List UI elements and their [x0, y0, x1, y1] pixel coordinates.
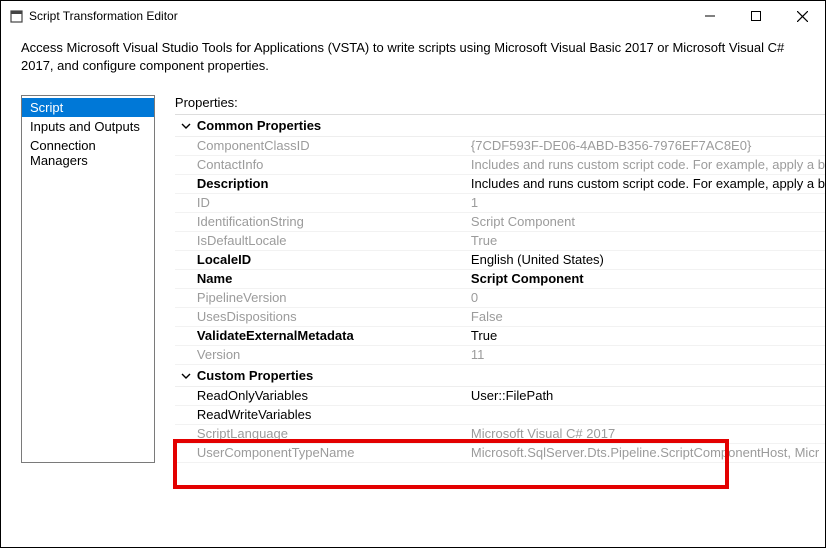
sidebar-item-inputs-outputs[interactable]: Inputs and Outputs: [22, 117, 154, 136]
content-area: Script Inputs and Outputs Connection Man…: [1, 95, 825, 463]
property-row[interactable]: Version11: [175, 346, 825, 365]
property-value: True: [471, 328, 825, 344]
property-value: [471, 407, 825, 423]
properties-grid: Common Properties ComponentClassID{7CDF59…: [175, 114, 825, 463]
property-name: UserComponentTypeName: [175, 445, 471, 461]
group-header[interactable]: Common Properties: [175, 115, 825, 137]
property-name: PipelineVersion: [175, 290, 471, 306]
titlebar: Script Transformation Editor: [1, 1, 825, 31]
property-name: ComponentClassID: [175, 138, 471, 154]
property-row[interactable]: ID1: [175, 194, 825, 213]
property-name: ValidateExternalMetadata: [175, 328, 471, 344]
properties-label: Properties:: [175, 95, 825, 110]
window-controls: [687, 1, 825, 31]
sidebar-item-connection-managers[interactable]: Connection Managers: [22, 136, 154, 170]
sidebar-item-label: Script: [30, 100, 63, 115]
property-value: Microsoft.SqlServer.Dts.Pipeline.ScriptC…: [471, 445, 825, 461]
property-row[interactable]: IsDefaultLocaleTrue: [175, 232, 825, 251]
property-row[interactable]: IdentificationStringScript Component: [175, 213, 825, 232]
property-name: Description: [175, 176, 471, 192]
property-name: ReadOnlyVariables: [175, 388, 471, 404]
window-title: Script Transformation Editor: [29, 9, 687, 23]
property-name: ReadWriteVariables: [175, 407, 471, 423]
property-value: Includes and runs custom script code. Fo…: [471, 157, 825, 173]
group-name: Custom Properties: [197, 368, 313, 383]
dialog-description: Access Microsoft Visual Studio Tools for…: [1, 31, 825, 95]
chevron-down-icon: [179, 119, 193, 133]
property-name: ScriptLanguage: [175, 426, 471, 442]
property-name: LocaleID: [175, 252, 471, 268]
property-row[interactable]: ContactInfoIncludes and runs custom scri…: [175, 156, 825, 175]
property-name: IdentificationString: [175, 214, 471, 230]
sidebar: Script Inputs and Outputs Connection Man…: [21, 95, 155, 463]
property-value: Script Component: [471, 271, 825, 287]
property-value: User::FilePath: [471, 388, 825, 404]
group-header[interactable]: Custom Properties: [175, 365, 825, 387]
property-name: ContactInfo: [175, 157, 471, 173]
property-row[interactable]: PipelineVersion0: [175, 289, 825, 308]
property-row[interactable]: UsesDispositionsFalse: [175, 308, 825, 327]
sidebar-item-label: Connection Managers: [30, 138, 96, 168]
property-value: English (United States): [471, 252, 825, 268]
property-name: Version: [175, 347, 471, 363]
property-row[interactable]: ScriptLanguageMicrosoft Visual C# 2017: [175, 425, 825, 444]
property-row[interactable]: ValidateExternalMetadataTrue: [175, 327, 825, 346]
property-name: IsDefaultLocale: [175, 233, 471, 249]
group-name: Common Properties: [197, 118, 321, 133]
property-row[interactable]: ReadWriteVariables: [175, 406, 825, 425]
sidebar-item-script[interactable]: Script: [22, 98, 154, 117]
property-name: Name: [175, 271, 471, 287]
chevron-down-icon: [179, 369, 193, 383]
property-value: Microsoft Visual C# 2017: [471, 426, 825, 442]
property-value: 11: [471, 347, 825, 363]
property-value: Includes and runs custom script code. Fo…: [471, 176, 825, 192]
property-row[interactable]: ComponentClassID{7CDF593F-DE06-4ABD-B356…: [175, 137, 825, 156]
app-icon: [9, 9, 23, 23]
property-value: {7CDF593F-DE06-4ABD-B356-7976EF7AC8E0}: [471, 138, 825, 154]
property-name: ID: [175, 195, 471, 211]
minimize-button[interactable]: [687, 1, 733, 31]
sidebar-item-label: Inputs and Outputs: [30, 119, 140, 134]
property-row[interactable]: NameScript Component: [175, 270, 825, 289]
property-value: 0: [471, 290, 825, 306]
property-value: True: [471, 233, 825, 249]
properties-panel: Properties: Common Properties ComponentCl…: [155, 95, 825, 463]
property-row[interactable]: UserComponentTypeNameMicrosoft.SqlServer…: [175, 444, 825, 463]
close-button[interactable]: [779, 1, 825, 31]
property-value: 1: [471, 195, 825, 211]
property-value: Script Component: [471, 214, 825, 230]
property-row[interactable]: LocaleIDEnglish (United States): [175, 251, 825, 270]
property-row[interactable]: DescriptionIncludes and runs custom scri…: [175, 175, 825, 194]
property-value: False: [471, 309, 825, 325]
property-name: UsesDispositions: [175, 309, 471, 325]
maximize-button[interactable]: [733, 1, 779, 31]
property-row[interactable]: ReadOnlyVariablesUser::FilePath: [175, 387, 825, 406]
